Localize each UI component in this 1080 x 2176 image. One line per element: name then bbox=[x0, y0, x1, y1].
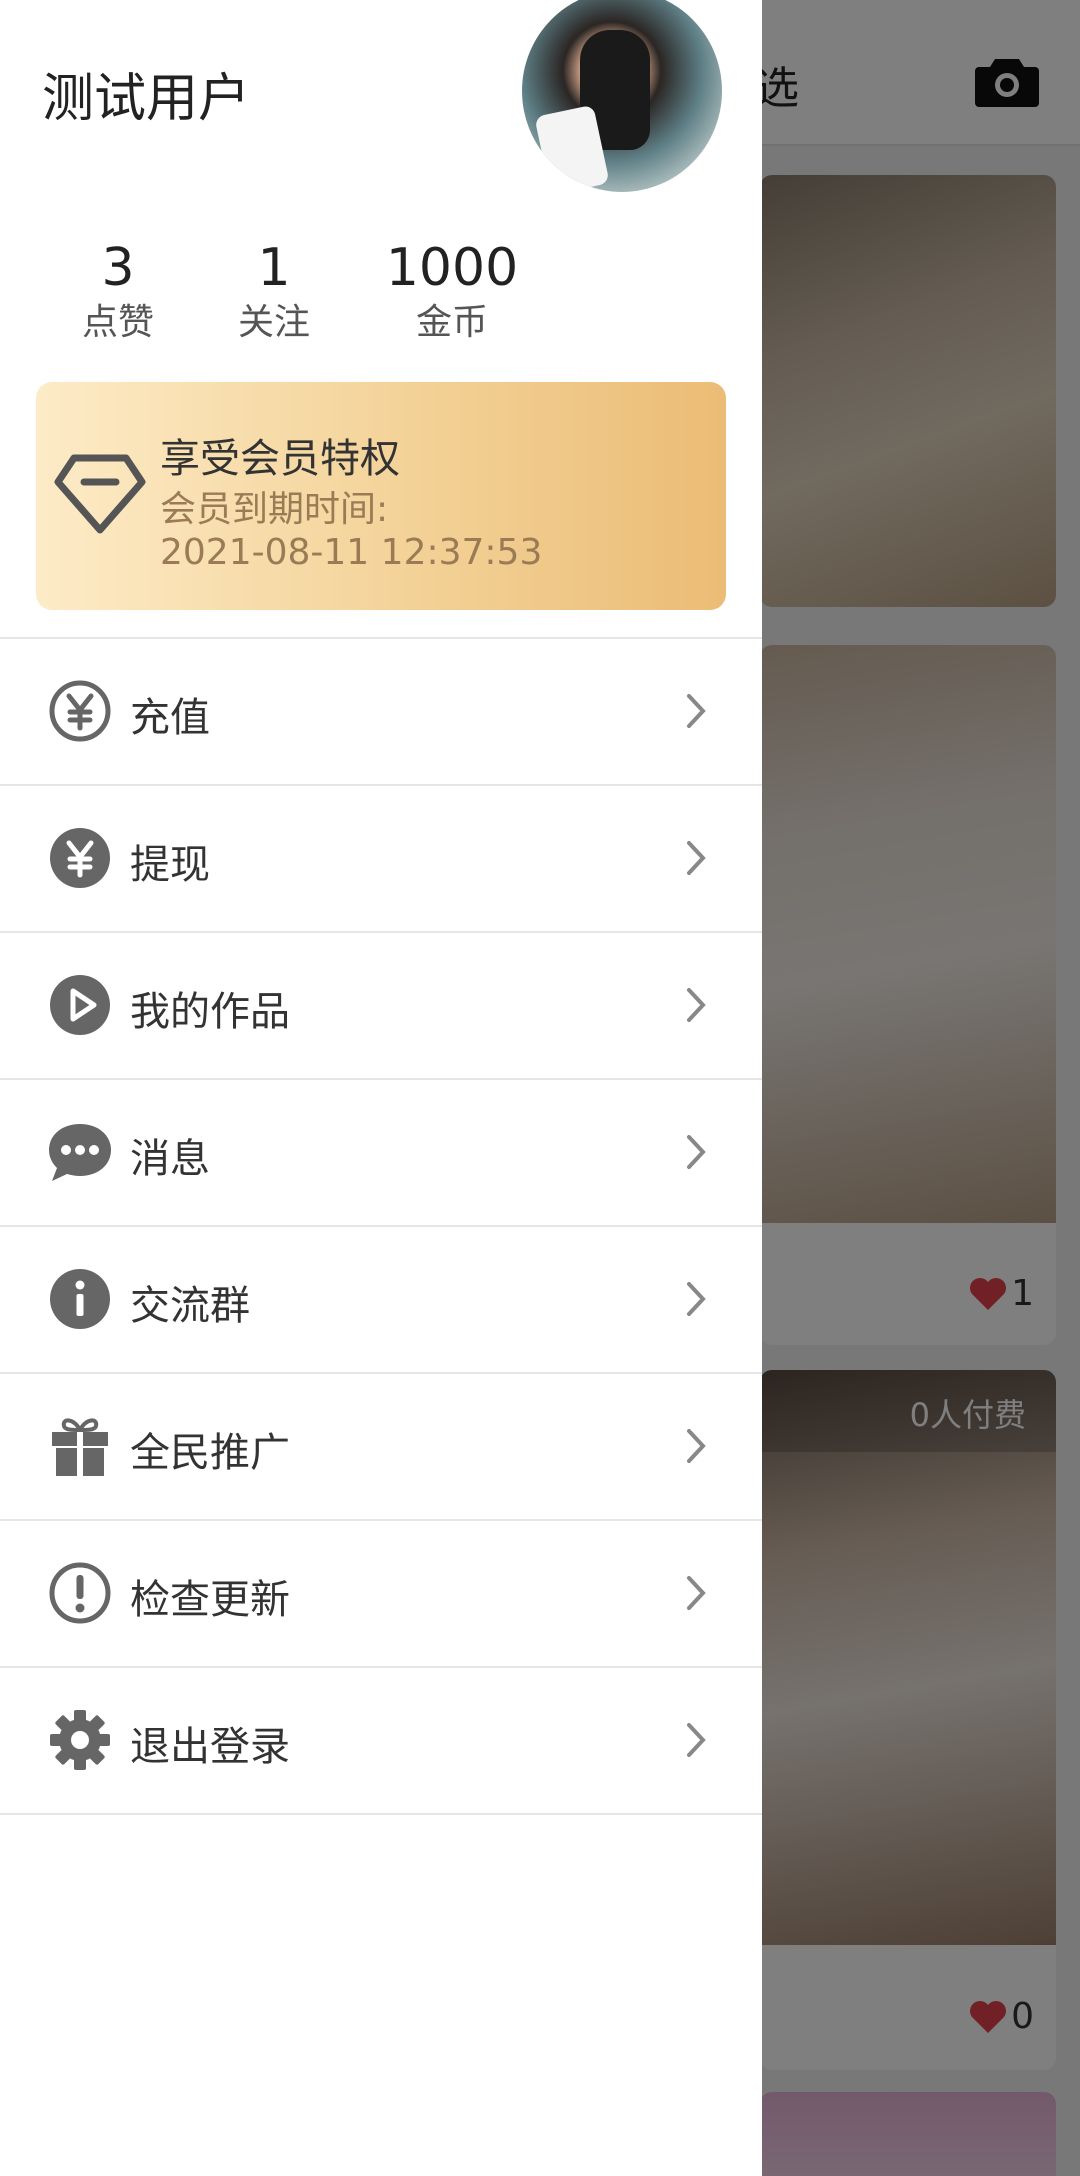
stat-label: 金币 bbox=[415, 302, 488, 343]
stat-value: 3 bbox=[101, 238, 135, 298]
gift-icon bbox=[52, 1418, 108, 1476]
chevron-right-icon bbox=[687, 841, 706, 875]
menu-item-label: 检查更新 bbox=[130, 1577, 290, 1623]
vip-banner[interactable]: 享受会员特权 会员到期时间: 2021-08-11 12:37:53 bbox=[36, 382, 726, 610]
stat-following[interactable]: 1 关注 bbox=[196, 236, 352, 346]
menu-item-messages[interactable]: 消息 bbox=[0, 1080, 762, 1227]
vip-expiry-label: 会员到期时间: bbox=[160, 489, 389, 530]
stat-label: 点赞 bbox=[81, 302, 154, 343]
stat-value: 1 bbox=[257, 238, 291, 298]
avatar[interactable] bbox=[522, 0, 722, 192]
chevron-right-icon bbox=[687, 1723, 706, 1757]
chevron-right-icon bbox=[687, 1135, 706, 1169]
stat-value: 1000 bbox=[385, 238, 519, 298]
menu-item-recharge[interactable]: 充值 bbox=[0, 639, 762, 786]
menu-item-label: 我的作品 bbox=[130, 989, 290, 1035]
drawer-menu: 充值 提现 我的作品 消息 交流群 全民推广 检查更新 退出登录 bbox=[0, 637, 762, 1815]
menu-item-check-update[interactable]: 检查更新 bbox=[0, 1521, 762, 1668]
menu-item-label: 提现 bbox=[130, 842, 210, 888]
yuan-outline-icon bbox=[49, 680, 111, 742]
vip-expiry-date: 2021-08-11 12:37:53 bbox=[160, 532, 543, 573]
vip-title: 享受会员特权 bbox=[160, 436, 400, 482]
diamond-icon bbox=[54, 454, 146, 534]
menu-item-label: 退出登录 bbox=[130, 1724, 290, 1770]
menu-item-withdraw[interactable]: 提现 bbox=[0, 786, 762, 933]
gear-icon bbox=[50, 1710, 110, 1770]
stat-coins[interactable]: 1000 金币 bbox=[352, 236, 552, 346]
chevron-right-icon bbox=[687, 694, 706, 728]
menu-item-label: 消息 bbox=[130, 1136, 210, 1182]
chevron-right-icon bbox=[687, 1282, 706, 1316]
exclamation-circle-icon bbox=[49, 1562, 111, 1624]
user-stats: 3 点赞 1 关注 1000 金币 bbox=[40, 236, 552, 346]
menu-item-my-works[interactable]: 我的作品 bbox=[0, 933, 762, 1080]
stat-label: 关注 bbox=[237, 302, 310, 343]
chevron-right-icon bbox=[687, 1576, 706, 1610]
menu-item-label: 全民推广 bbox=[130, 1430, 290, 1476]
menu-item-promotion[interactable]: 全民推广 bbox=[0, 1374, 762, 1521]
info-circle-icon bbox=[50, 1269, 110, 1329]
chat-bubble-icon bbox=[49, 1124, 111, 1181]
username: 测试用户 bbox=[42, 69, 251, 129]
side-drawer: 测试用户 3 点赞 1 关注 1000 金币 享受会员特权 会员到期时间: 20… bbox=[0, 0, 762, 2176]
chevron-right-icon bbox=[687, 988, 706, 1022]
menu-item-chat-group[interactable]: 交流群 bbox=[0, 1227, 762, 1374]
menu-item-label: 交流群 bbox=[130, 1283, 250, 1329]
play-circle-icon bbox=[50, 975, 110, 1035]
menu-item-logout[interactable]: 退出登录 bbox=[0, 1668, 762, 1815]
yuan-filled-icon bbox=[50, 828, 110, 888]
chevron-right-icon bbox=[687, 1429, 706, 1463]
menu-item-label: 充值 bbox=[130, 695, 210, 741]
stat-likes[interactable]: 3 点赞 bbox=[40, 236, 196, 346]
